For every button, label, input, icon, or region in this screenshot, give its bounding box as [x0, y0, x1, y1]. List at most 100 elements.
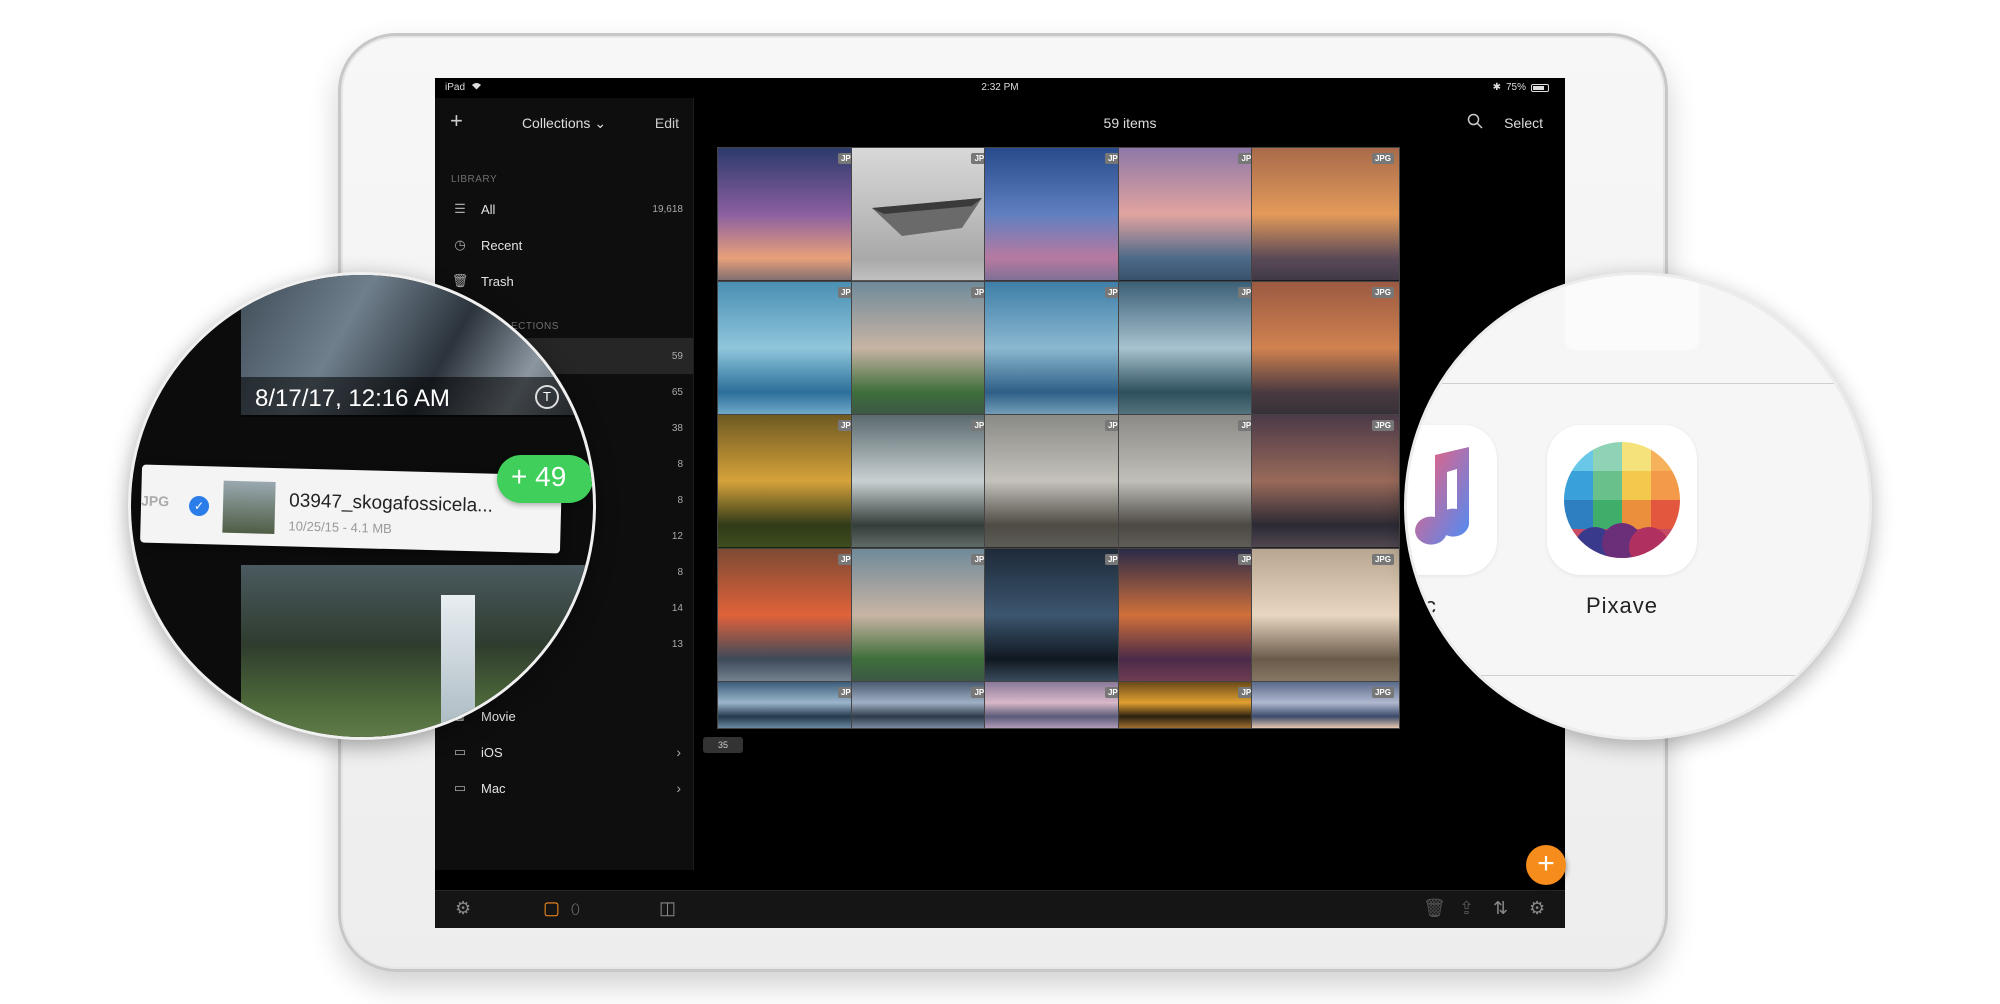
settings-icon[interactable]: ⚙: [455, 898, 471, 919]
clock: 2:32 PM: [981, 82, 1019, 93]
magnifier-right: sic Pixave: [1404, 272, 1872, 740]
sidebar-item-label: Mac: [481, 780, 506, 796]
photo-tile[interactable]: JPG: [1251, 681, 1400, 729]
sidebar-item-all[interactable]: ☰ All 19,618: [435, 191, 693, 227]
jpg-badge: JPG: [1371, 286, 1394, 298]
photo-tile[interactable]: JPG8/17/17, 7:47 PM T: [717, 547, 866, 697]
drag-count: 49: [535, 461, 567, 492]
bottom-toolbar: ⚙ ▢ ⬯ ◫ 🗑 ⇪ ⇅ ⚙: [435, 890, 1565, 928]
collection-view-icon[interactable]: ▢: [543, 898, 560, 919]
sidebar-item-count: 19,618: [652, 203, 683, 215]
music-icon: [1415, 447, 1470, 545]
photo-tile[interactable]: JPG8/17/17, 7:47 PM T: [1117, 414, 1267, 563]
checkmark-icon: ✓: [188, 495, 210, 517]
tag-view-icon[interactable]: ⬯: [571, 901, 580, 918]
photo-tile[interactable]: JPG8/17/17, 7:47 PM T: [1251, 547, 1400, 697]
photo-tile[interactable]: JPG8/17/17, 7:47 PM T: [984, 147, 1133, 296]
jpg-badge: JPG: [1371, 420, 1394, 431]
photo-tile[interactable]: JPG: [1117, 681, 1267, 729]
photo-tile[interactable]: JPG8/17/17, 7:47 PM T: [1251, 280, 1400, 430]
pixave-icon: [1564, 442, 1680, 558]
photo-tile[interactable]: JPG8/17/17, 7:47 PM T: [850, 280, 1000, 430]
search-icon[interactable]: [1467, 113, 1483, 132]
photo-tile[interactable]: JPG8/17/17, 7:47 PM T: [717, 147, 866, 296]
photo-tile[interactable]: JPG8/17/17, 7:47 PM T: [717, 414, 866, 563]
photo-tile[interactable]: JPG8/17/17, 7:47 PM T: [850, 547, 1000, 697]
pixave-app-button[interactable]: [1547, 425, 1697, 575]
gear-icon[interactable]: ⚙: [1529, 898, 1545, 919]
add-fab-button[interactable]: +: [1526, 845, 1566, 885]
library-section-label: LIBRARY: [451, 174, 498, 185]
sidebar-item-label: Recent: [481, 237, 523, 253]
file-thumbnail: [222, 480, 276, 535]
sidebar-item-ios[interactable]: ▭ iOS ›: [435, 734, 693, 770]
photo-tile[interactable]: JPG8/17/17, 7:47 PM T: [1117, 280, 1267, 430]
sidebar-item-mac[interactable]: ▭ Mac ›: [435, 770, 693, 806]
music-app-button[interactable]: [1407, 425, 1497, 575]
folder-icon: ▭: [453, 780, 467, 795]
photo-tile[interactable]: JPG8/17/17, 7:47 PM T: [850, 414, 1000, 563]
sidebar-item-count: 14: [671, 602, 683, 614]
divider: [1407, 675, 1869, 676]
jpg-badge: JPG: [1371, 553, 1394, 565]
sort-icon[interactable]: ⇅: [1493, 898, 1508, 919]
chevron-right-icon: ›: [676, 780, 681, 796]
file-meta: 10/25/15 - 4.1 MB: [288, 518, 393, 537]
sidebar-header: + Collections ⌄ Edit: [435, 98, 693, 150]
sidebar-item-count: 8: [677, 494, 683, 506]
scroll-index: 35: [703, 737, 743, 753]
collections-title: Collections: [521, 115, 591, 131]
app-screen: iPad 2:32 PM ✱ 75% + Collections ⌄ Edit …: [435, 78, 1565, 928]
folder-icon: ▭: [453, 744, 467, 759]
sidebar-item-count: 59: [671, 350, 683, 362]
item-count-title: 59 items: [1103, 115, 1157, 131]
sidebar-toggle-icon[interactable]: ◫: [659, 898, 676, 919]
photo-tile[interactable]: JPG: [850, 681, 1000, 729]
file-name: 03947_skogafossicela...: [288, 490, 494, 517]
photo-tile[interactable]: JPG8/17/17, 7:47 PM T: [1117, 547, 1267, 697]
waterfall-photo: [241, 565, 593, 737]
photo-caption: 8/17/17, 12:16 AM T: [241, 377, 581, 417]
status-bar: iPad 2:32 PM ✱ 75%: [435, 78, 1565, 98]
sidebar-item-label: iOS: [481, 744, 503, 760]
photo-tile[interactable]: JPG8/17/17, 7:47 PM T: [1251, 414, 1400, 563]
chevron-down-icon: ⌄: [594, 115, 607, 131]
sidebar-item-count: 8: [677, 566, 683, 578]
pixave-app-label: Pixave: [1585, 593, 1659, 618]
share-sheet-top-item: [1565, 275, 1699, 350]
photo-tile[interactable]: JPG8/17/17, 7:47 PM T: [984, 280, 1133, 430]
bluetooth-icon: ✱: [1492, 82, 1501, 93]
photo-tile[interactable]: JPG8/17/17, 7:47 PM T: [1117, 147, 1267, 296]
jpg-badge: JPG: [140, 492, 170, 510]
sidebar-item-label: All: [481, 201, 496, 217]
tag-icon: T: [535, 385, 559, 409]
photo-tile[interactable]: JPG8/17/17, 7:47 PM T: [1251, 147, 1400, 296]
sidebar-item-count: 13: [671, 638, 683, 650]
chevron-right-icon: ›: [676, 744, 681, 760]
sidebar-item-recent[interactable]: ◷ Recent: [435, 227, 693, 263]
magnifier-left: 8/17/17, 12:16 AM T JPG ✓ 03947_skogafos…: [128, 272, 596, 740]
photo-caption-date: 8/17/17, 12:16 AM: [255, 385, 450, 412]
sidebar-item-count: 12: [671, 530, 683, 542]
photo-tile[interactable]: JPG8/17/17, 7:47 PM T: [984, 547, 1133, 697]
clock-icon: ◷: [454, 237, 466, 252]
sidebar-item-count: 65: [671, 386, 683, 398]
music-app-label: sic: [1407, 593, 1437, 618]
jpg-badge: JPG: [1371, 153, 1394, 164]
photo-tile[interactable]: JPG8/17/17, 7:47 PM T: [850, 147, 1000, 296]
trash-icon[interactable]: 🗑: [1423, 898, 1446, 919]
photo-tile[interactable]: JPG: [984, 681, 1133, 729]
drag-count-badge: + 49: [497, 455, 593, 503]
photo-tile[interactable]: JPG8/17/17, 7:47 PM T: [717, 280, 866, 430]
battery-icon: [1531, 83, 1549, 92]
select-button[interactable]: Select: [1504, 115, 1543, 131]
photo-tile[interactable]: JPG8/17/17, 7:47 PM T: [984, 414, 1133, 563]
main-header: 59 items Select: [695, 98, 1565, 150]
jpg-badge: JPG: [1371, 687, 1394, 698]
edit-button[interactable]: Edit: [655, 115, 679, 131]
share-icon[interactable]: ⇪: [1459, 898, 1474, 919]
laptop-shape: [871, 198, 982, 236]
photo-tile[interactable]: JPG: [717, 681, 866, 729]
stack-icon: ☰: [454, 201, 466, 216]
waterfall-stream: [441, 595, 475, 725]
